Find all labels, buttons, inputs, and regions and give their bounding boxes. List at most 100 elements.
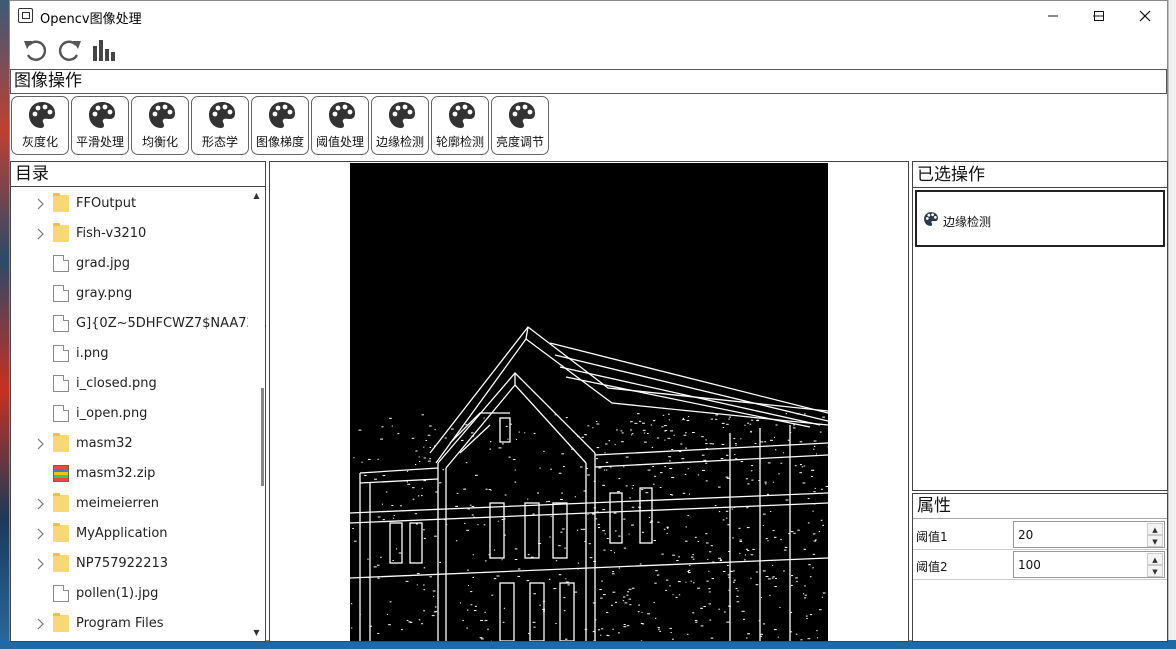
file-item[interactable]: pollen(1).jpg xyxy=(11,579,251,609)
image-view-panel xyxy=(269,161,909,642)
file-item[interactable]: i.png xyxy=(11,339,251,369)
palette-icon xyxy=(389,102,415,128)
spin-up-icon[interactable]: ▲ xyxy=(1147,553,1163,565)
file-icon xyxy=(53,315,69,332)
file-name: Fish-v3210 xyxy=(76,226,147,241)
minimize-icon xyxy=(1048,15,1058,17)
selected-ops-list[interactable]: 边缘检测 xyxy=(915,190,1165,247)
op-brightness-button[interactable]: 亮度调节 xyxy=(491,96,549,155)
op-threshold-button[interactable]: 阈值处理 xyxy=(311,96,369,155)
file-name: FFOutput xyxy=(76,196,137,211)
desktop-background-left xyxy=(0,0,9,649)
selected-op-label: 边缘检测 xyxy=(943,215,992,229)
spin-down-icon[interactable]: ▼ xyxy=(1147,565,1163,577)
folder-item[interactable]: masm32 xyxy=(11,429,251,459)
directory-scrollbar[interactable]: ▲ ▼ xyxy=(248,188,265,641)
folder-item[interactable]: Fish-v3210 xyxy=(11,219,251,249)
file-name: gray.png xyxy=(76,286,133,301)
chevron-right-icon[interactable] xyxy=(34,228,46,240)
op-smooth-button[interactable]: 平滑处理 xyxy=(71,96,129,155)
chevron-right-icon[interactable] xyxy=(34,198,46,210)
minimize-button-real[interactable] xyxy=(1030,1,1076,31)
folder-item[interactable]: meimeierren xyxy=(11,489,251,519)
file-item[interactable]: masm32.zip xyxy=(11,459,251,489)
desktop-background-right xyxy=(1168,0,1176,649)
maximize-button[interactable] xyxy=(1076,1,1122,31)
file-name: pollen(1).jpg xyxy=(76,586,159,601)
property-name: 阈值1 xyxy=(916,530,948,544)
file-icon xyxy=(53,585,69,602)
scroll-down-icon[interactable]: ▼ xyxy=(248,625,265,641)
property-name: 阈值2 xyxy=(916,560,948,574)
scrollbar-thumb[interactable] xyxy=(261,388,264,486)
threshold1-input[interactable]: 20 ▲ ▼ xyxy=(1013,521,1165,548)
file-item[interactable]: grad.jpg xyxy=(11,249,251,279)
spin-down-icon[interactable]: ▼ xyxy=(1147,535,1163,547)
threshold2-input[interactable]: 100 ▲ ▼ xyxy=(1013,551,1165,578)
file-icon xyxy=(53,255,69,272)
file-item[interactable]: gray.png xyxy=(11,279,251,309)
directory-header: 目录 xyxy=(11,162,265,187)
op-label: 平滑处理 xyxy=(75,135,124,149)
chevron-right-icon[interactable] xyxy=(34,528,46,540)
file-item[interactable]: i_open.png xyxy=(11,399,251,429)
image-ops-row: 灰度化 平滑处理 均衡化 形态学 图像梯度 阈值处理 边缘检测 轮廓检测 亮度调… xyxy=(10,95,1167,157)
chevron-right-icon[interactable] xyxy=(34,438,46,450)
palette-icon xyxy=(449,102,475,128)
op-label: 轮廓检测 xyxy=(435,135,484,149)
file-name: MyApplication xyxy=(76,526,168,541)
op-edge-detect-button[interactable]: 边缘检测 xyxy=(371,96,429,155)
op-label: 亮度调节 xyxy=(495,135,544,149)
op-morphology-button[interactable]: 形态学 xyxy=(191,96,249,155)
undo-icon xyxy=(24,40,47,61)
op-equalize-button[interactable]: 均衡化 xyxy=(131,96,189,155)
edge-detection-image-content xyxy=(350,326,828,641)
chevron-right-icon[interactable] xyxy=(34,618,46,630)
property-row: 阈值1 20 ▲ ▼ xyxy=(913,520,1167,550)
folder-item[interactable]: Program Files xyxy=(11,609,251,639)
op-label: 形态学 xyxy=(201,135,238,149)
folder-icon xyxy=(53,523,69,542)
folder-item[interactable]: FFOutput xyxy=(11,189,251,219)
file-name: i_open.png xyxy=(76,406,148,421)
directory-panel: 目录 FFOutput Fish-v3210 grad.jpg gray.png G]{… xyxy=(10,161,267,642)
palette-icon xyxy=(269,102,295,128)
folder-item[interactable]: NP757922213 xyxy=(11,549,251,579)
scroll-up-icon[interactable]: ▲ xyxy=(248,188,265,204)
file-icon xyxy=(53,285,69,302)
op-contour-button[interactable]: 轮廓检测 xyxy=(431,96,489,155)
folder-item[interactable]: MyApplication xyxy=(11,519,251,549)
folder-icon xyxy=(53,223,69,242)
file-item[interactable]: i_closed.png xyxy=(11,369,251,399)
title-bar: Opencv图像处理 xyxy=(10,1,1167,31)
edge-detection-image xyxy=(350,163,828,641)
undo-button[interactable] xyxy=(21,35,51,65)
palette-icon xyxy=(329,102,355,128)
app-icon xyxy=(18,8,33,23)
chevron-right-icon[interactable] xyxy=(34,498,46,510)
op-gradient-button[interactable]: 图像梯度 xyxy=(251,96,309,155)
close-button[interactable] xyxy=(1122,1,1168,31)
file-item[interactable]: G]{0Z~5DHFCWZ7$NAA72... xyxy=(11,309,267,339)
op-grayscale-button[interactable]: 灰度化 xyxy=(11,96,69,155)
file-name: masm32 xyxy=(76,436,133,451)
palette-icon xyxy=(509,102,535,128)
chevron-right-icon[interactable] xyxy=(34,558,46,570)
histogram-button[interactable] xyxy=(89,35,119,65)
spin-up-icon[interactable]: ▲ xyxy=(1147,523,1163,535)
folder-icon xyxy=(53,193,69,212)
op-label: 边缘检测 xyxy=(375,135,424,149)
image-ops-header: 图像操作 xyxy=(10,69,1167,94)
app-window: Opencv图像处理 图像操作 灰度化 平滑处理 均衡化 形态学 图像梯度 阈值… xyxy=(9,0,1168,642)
file-name: i.png xyxy=(76,346,109,361)
property-value: 20 xyxy=(1018,528,1034,542)
redo-button[interactable] xyxy=(54,35,84,65)
file-name: i_closed.png xyxy=(76,376,157,391)
selected-ops-panel: 已选操作 边缘检测 xyxy=(912,161,1168,491)
histogram-icon xyxy=(93,40,115,61)
folder-icon xyxy=(53,613,69,632)
folder-icon xyxy=(53,553,69,572)
op-label: 阈值处理 xyxy=(315,135,364,149)
palette-icon xyxy=(149,102,175,128)
redo-icon xyxy=(58,40,81,61)
